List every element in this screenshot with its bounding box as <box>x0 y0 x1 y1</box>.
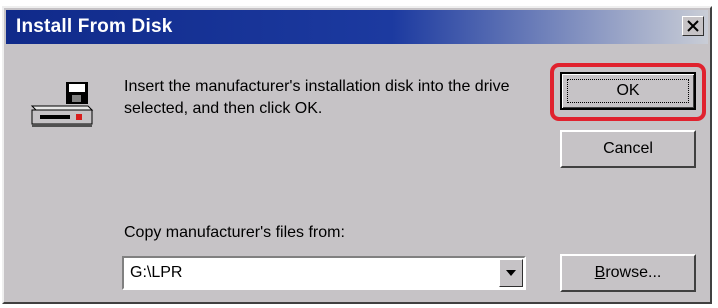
dropdown-button[interactable] <box>499 259 523 287</box>
floppy-drive-icon <box>30 82 94 127</box>
copy-from-value: G:\LPR <box>130 264 183 281</box>
browse-mnemonic: B <box>594 264 606 281</box>
chevron-down-icon <box>506 270 516 276</box>
cancel-button[interactable]: Cancel <box>560 130 696 168</box>
install-from-disk-dialog: Install From Disk Insert the manufacture… <box>2 6 712 304</box>
close-button[interactable] <box>682 16 704 36</box>
title-bar: Install From Disk <box>6 10 708 44</box>
ok-button[interactable]: OK <box>560 72 696 110</box>
browse-label: rowse... <box>605 264 662 281</box>
window-title: Install From Disk <box>16 16 173 37</box>
copy-from-combobox[interactable]: G:\LPR <box>122 256 526 290</box>
browse-button[interactable]: Browse... <box>560 254 696 292</box>
close-icon <box>687 20 699 32</box>
ok-label: OK <box>616 82 640 99</box>
copy-from-label: Copy manufacturer's files from: <box>124 224 345 241</box>
instruction-text: Insert the manufacturer's installation d… <box>124 78 510 117</box>
